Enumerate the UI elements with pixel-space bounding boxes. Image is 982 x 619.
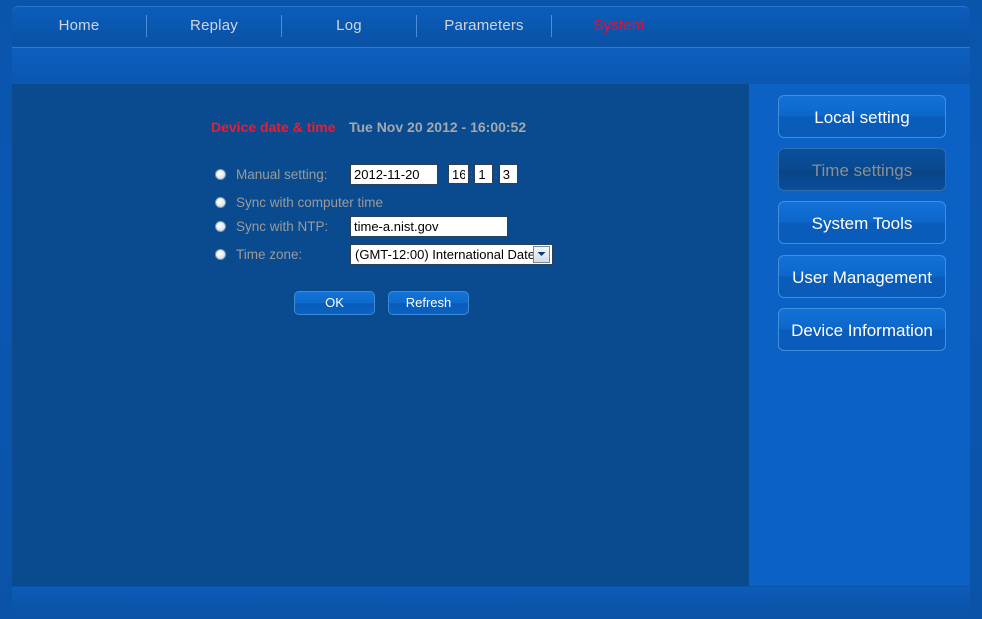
nav-item-parameters[interactable]: Parameters	[417, 7, 551, 45]
settings-sidebar: Local setting Time settings System Tools…	[749, 84, 970, 586]
sidebar-item-device-information[interactable]: Device Information	[778, 308, 946, 351]
application-frame: Home Replay Log Parameters System Device…	[0, 0, 982, 619]
ok-button[interactable]: OK	[294, 291, 375, 315]
sync-ntp-label: Sync with NTP:	[236, 218, 329, 234]
nav-item-log[interactable]: Log	[282, 7, 416, 45]
manual-second-input[interactable]	[498, 164, 518, 184]
nav-item-replay[interactable]: Replay	[147, 7, 281, 45]
refresh-button[interactable]: Refresh	[388, 291, 469, 315]
nav-item-system[interactable]: System	[552, 7, 686, 45]
device-datetime-value: Tue Nov 20 2012 - 16:00:52	[348, 119, 527, 135]
sidebar-item-user-management[interactable]: User Management	[778, 255, 946, 298]
sidebar-item-time-settings[interactable]: Time settings	[778, 148, 946, 191]
manual-setting-row: Manual setting: : :	[215, 163, 518, 185]
manual-minute-input[interactable]	[474, 164, 494, 184]
sidebar-item-local-setting[interactable]: Local setting	[778, 95, 946, 138]
timezone-selected-value: (GMT-12:00) International Date Line West	[355, 246, 533, 262]
sub-navigation-bar	[12, 47, 970, 84]
manual-hour-input[interactable]	[448, 164, 469, 184]
timezone-select[interactable]: (GMT-12:00) International Date Line West	[350, 243, 553, 265]
nav-item-home[interactable]: Home	[12, 7, 146, 45]
sync-computer-row: Sync with computer time	[215, 191, 383, 213]
radio-sync-ntp[interactable]	[215, 220, 226, 232]
manual-date-input[interactable]	[350, 163, 438, 185]
manual-setting-label: Manual setting:	[236, 166, 328, 182]
radio-timezone[interactable]	[215, 248, 226, 260]
page-title: Device date & time	[211, 119, 336, 135]
sync-ntp-row: Sync with NTP:	[215, 215, 508, 237]
timezone-label: Time zone:	[236, 246, 303, 262]
ntp-server-input[interactable]	[350, 215, 508, 237]
footer-bar	[12, 587, 970, 612]
form-actions: OK Refresh	[294, 291, 469, 315]
chevron-down-icon[interactable]	[533, 245, 550, 263]
timezone-row: Time zone: (GMT-12:00) International Dat…	[215, 243, 553, 265]
form-header: Device date & time Tue Nov 20 2012 - 16:…	[211, 119, 526, 137]
radio-sync-computer-time[interactable]	[215, 196, 226, 208]
radio-manual-setting[interactable]	[215, 168, 226, 180]
sidebar-item-system-tools[interactable]: System Tools	[778, 201, 946, 244]
sync-computer-label: Sync with computer time	[236, 194, 384, 210]
content-panel	[12, 84, 749, 586]
main-navigation-bar: Home Replay Log Parameters System	[12, 6, 970, 45]
